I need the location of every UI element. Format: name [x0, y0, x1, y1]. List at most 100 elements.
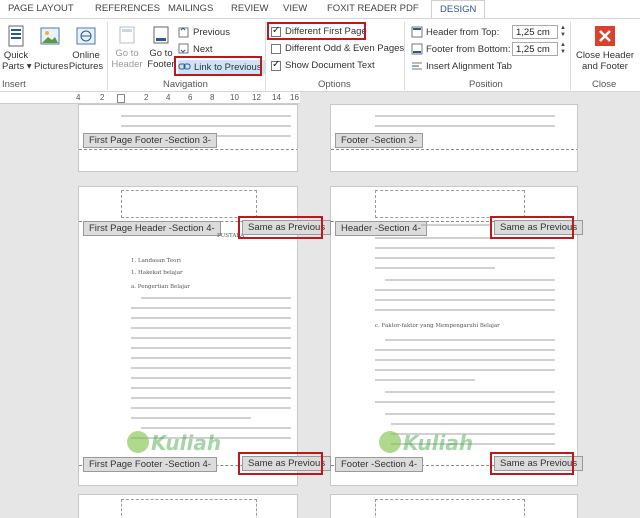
header-from-top-label: Header from Top: [426, 26, 500, 38]
text-line [385, 391, 555, 393]
quick-parts-button[interactable]: Quick Parts ▾ [2, 25, 32, 72]
ruler-tick: 16 [290, 93, 299, 102]
footer-from-bottom-label-row: Footer from Bottom: [411, 43, 510, 55]
ruler-tick: 10 [230, 93, 239, 102]
ruler-tick: 4 [76, 93, 81, 102]
text-line [131, 407, 291, 409]
pictures-label: Pictures [34, 61, 69, 72]
go-to-footer-label: Go to Footer [147, 48, 175, 70]
header-spinner-arrows[interactable]: ▲ ▼ [558, 25, 568, 39]
text-line [131, 307, 291, 309]
group-separator [265, 22, 266, 90]
text-line [421, 224, 491, 226]
text-line [375, 267, 495, 269]
group-separator [570, 22, 571, 90]
globe-icon [76, 27, 96, 45]
navigation-group-label: Navigation [163, 79, 208, 90]
footer-boundary [79, 149, 297, 150]
header-region [375, 190, 525, 218]
text-line [375, 115, 555, 117]
tab-page-layout[interactable]: PAGE LAYOUT [8, 3, 74, 14]
online-pictures-button[interactable]: Online Pictures [68, 25, 104, 72]
same-as-previous-highlight [238, 452, 323, 475]
ruler-tick: 8 [210, 93, 215, 102]
group-separator [107, 22, 108, 90]
page-top-left: First Page Footer -Section 3- [78, 104, 298, 172]
previous-button[interactable]: Previous [178, 26, 230, 38]
text-line [385, 279, 555, 281]
quick-parts-icon [8, 25, 24, 47]
footer-from-bottom-label: Footer from Bottom: [426, 43, 511, 55]
online-pictures-label: Online Pictures [68, 50, 104, 72]
different-first-page-highlight [267, 22, 366, 40]
different-odd-even-checkbox[interactable]: Different Odd & Even Pages [271, 43, 404, 54]
insert-group-label: Insert [2, 79, 26, 90]
different-odd-even-label: Different Odd & Even Pages [285, 43, 405, 54]
show-document-text-label: Show Document Text [285, 60, 375, 71]
tab-mailings[interactable]: MAILINGS [168, 3, 213, 14]
tab-view[interactable]: VIEW [283, 3, 307, 14]
ribbon: Quick Parts ▾ Pictures Online Pictures I… [0, 18, 640, 92]
go-to-footer-button[interactable]: Go to Footer [145, 25, 177, 70]
go-to-header-label: Go to Header [111, 48, 143, 70]
text-line [391, 423, 555, 425]
text-line [375, 379, 475, 381]
footer-spinner-arrows[interactable]: ▲ ▼ [558, 42, 568, 56]
options-group-label: Options [318, 79, 351, 90]
ruler-tick: 12 [252, 93, 261, 102]
same-as-previous-highlight [490, 216, 574, 239]
next-icon [178, 43, 189, 54]
same-as-previous-highlight [490, 452, 574, 475]
link-to-previous-highlight [174, 56, 262, 76]
same-as-previous-highlight [238, 216, 323, 239]
indent-marker[interactable] [117, 94, 125, 103]
footer-section-4-tag: Footer -Section 4- [335, 457, 424, 472]
checkbox-checked[interactable] [271, 59, 281, 71]
text-line [131, 347, 291, 349]
checkbox-unchecked[interactable] [271, 43, 281, 54]
text-line [131, 367, 291, 369]
go-to-header-icon [119, 26, 135, 44]
ruler-tick: 2 [144, 93, 149, 102]
tab-foxit-reader-pdf[interactable]: FOXIT READER PDF [327, 3, 419, 14]
first-page-header-section-4-tag: First Page Header -Section 4- [83, 221, 221, 236]
tab-review[interactable]: REVIEW [231, 3, 268, 14]
text-line [131, 387, 291, 389]
tab-design[interactable]: DESIGN [431, 0, 486, 19]
watermark: Kuliah [403, 431, 474, 455]
close-header-footer-button[interactable]: Close Header and Footer [573, 25, 637, 72]
text-line [385, 413, 555, 415]
ruler-tick: 4 [166, 93, 171, 102]
watermark-logo-icon [379, 431, 401, 453]
text-line [141, 297, 291, 299]
tab-references[interactable]: REFERENCES [95, 3, 160, 14]
show-document-text-checkbox[interactable]: Show Document Text [271, 59, 375, 71]
next-label: Next [193, 43, 213, 55]
previous-label: Previous [193, 26, 230, 38]
text-line [375, 359, 555, 361]
text-line [141, 427, 291, 429]
text-line [131, 357, 291, 359]
header-section-4-tag: Header -Section 4- [335, 221, 427, 236]
next-button[interactable]: Next [178, 43, 213, 55]
header-region [121, 499, 257, 518]
watermark: Kuliah [151, 431, 222, 455]
text-line [375, 125, 555, 127]
close-icon [595, 26, 615, 46]
pictures-button[interactable]: Pictures [34, 25, 69, 72]
first-page-footer-section-4-tag: First Page Footer -Section 4- [83, 457, 217, 472]
go-to-header-button[interactable]: Go to Header [110, 25, 144, 70]
horizontal-ruler[interactable]: 4 2 2 4 6 8 10 12 14 16 [0, 92, 300, 104]
close-header-footer-label: Close Header and Footer [575, 50, 635, 72]
insert-alignment-tab-button[interactable]: Insert Alignment Tab [411, 60, 512, 72]
page-top-right: Footer -Section 3- [330, 104, 578, 172]
header-from-top-label-row: Header from Top: [411, 26, 499, 38]
pictures-icon [40, 27, 60, 45]
footer-from-bottom-input[interactable]: 1,25 cm [512, 42, 558, 56]
text-line [385, 339, 555, 341]
header-from-top-input[interactable]: 1,25 cm [512, 25, 558, 39]
previous-icon [178, 27, 189, 38]
alignment-tab-icon [412, 62, 422, 70]
text-line [375, 289, 555, 291]
position-group-label: Position [469, 79, 503, 90]
